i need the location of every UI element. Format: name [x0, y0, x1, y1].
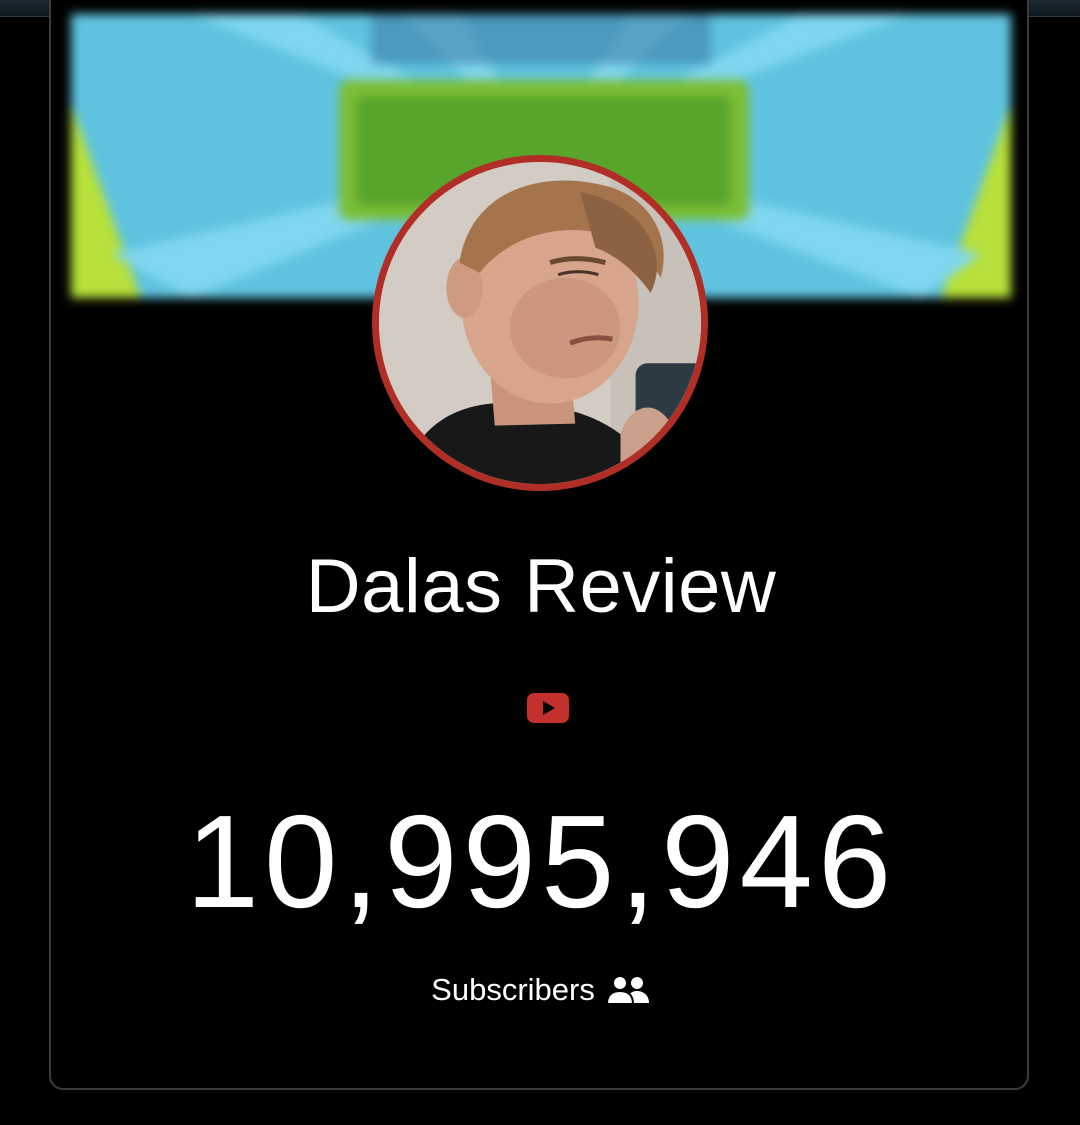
subscriber-count: 10,995,946	[185, 788, 897, 935]
users-icon	[605, 975, 649, 1005]
subscribers-label: Subscribers	[431, 972, 595, 1007]
channel-card: Dalas Review 10,995,946 Subscribers	[49, 0, 1029, 1090]
avatar-photo	[379, 162, 701, 484]
channel-name: Dalas Review	[305, 544, 777, 629]
youtube-icon[interactable]	[527, 693, 569, 723]
channel-avatar[interactable]	[372, 155, 708, 491]
subscribers-row: Subscribers	[51, 972, 1027, 1008]
